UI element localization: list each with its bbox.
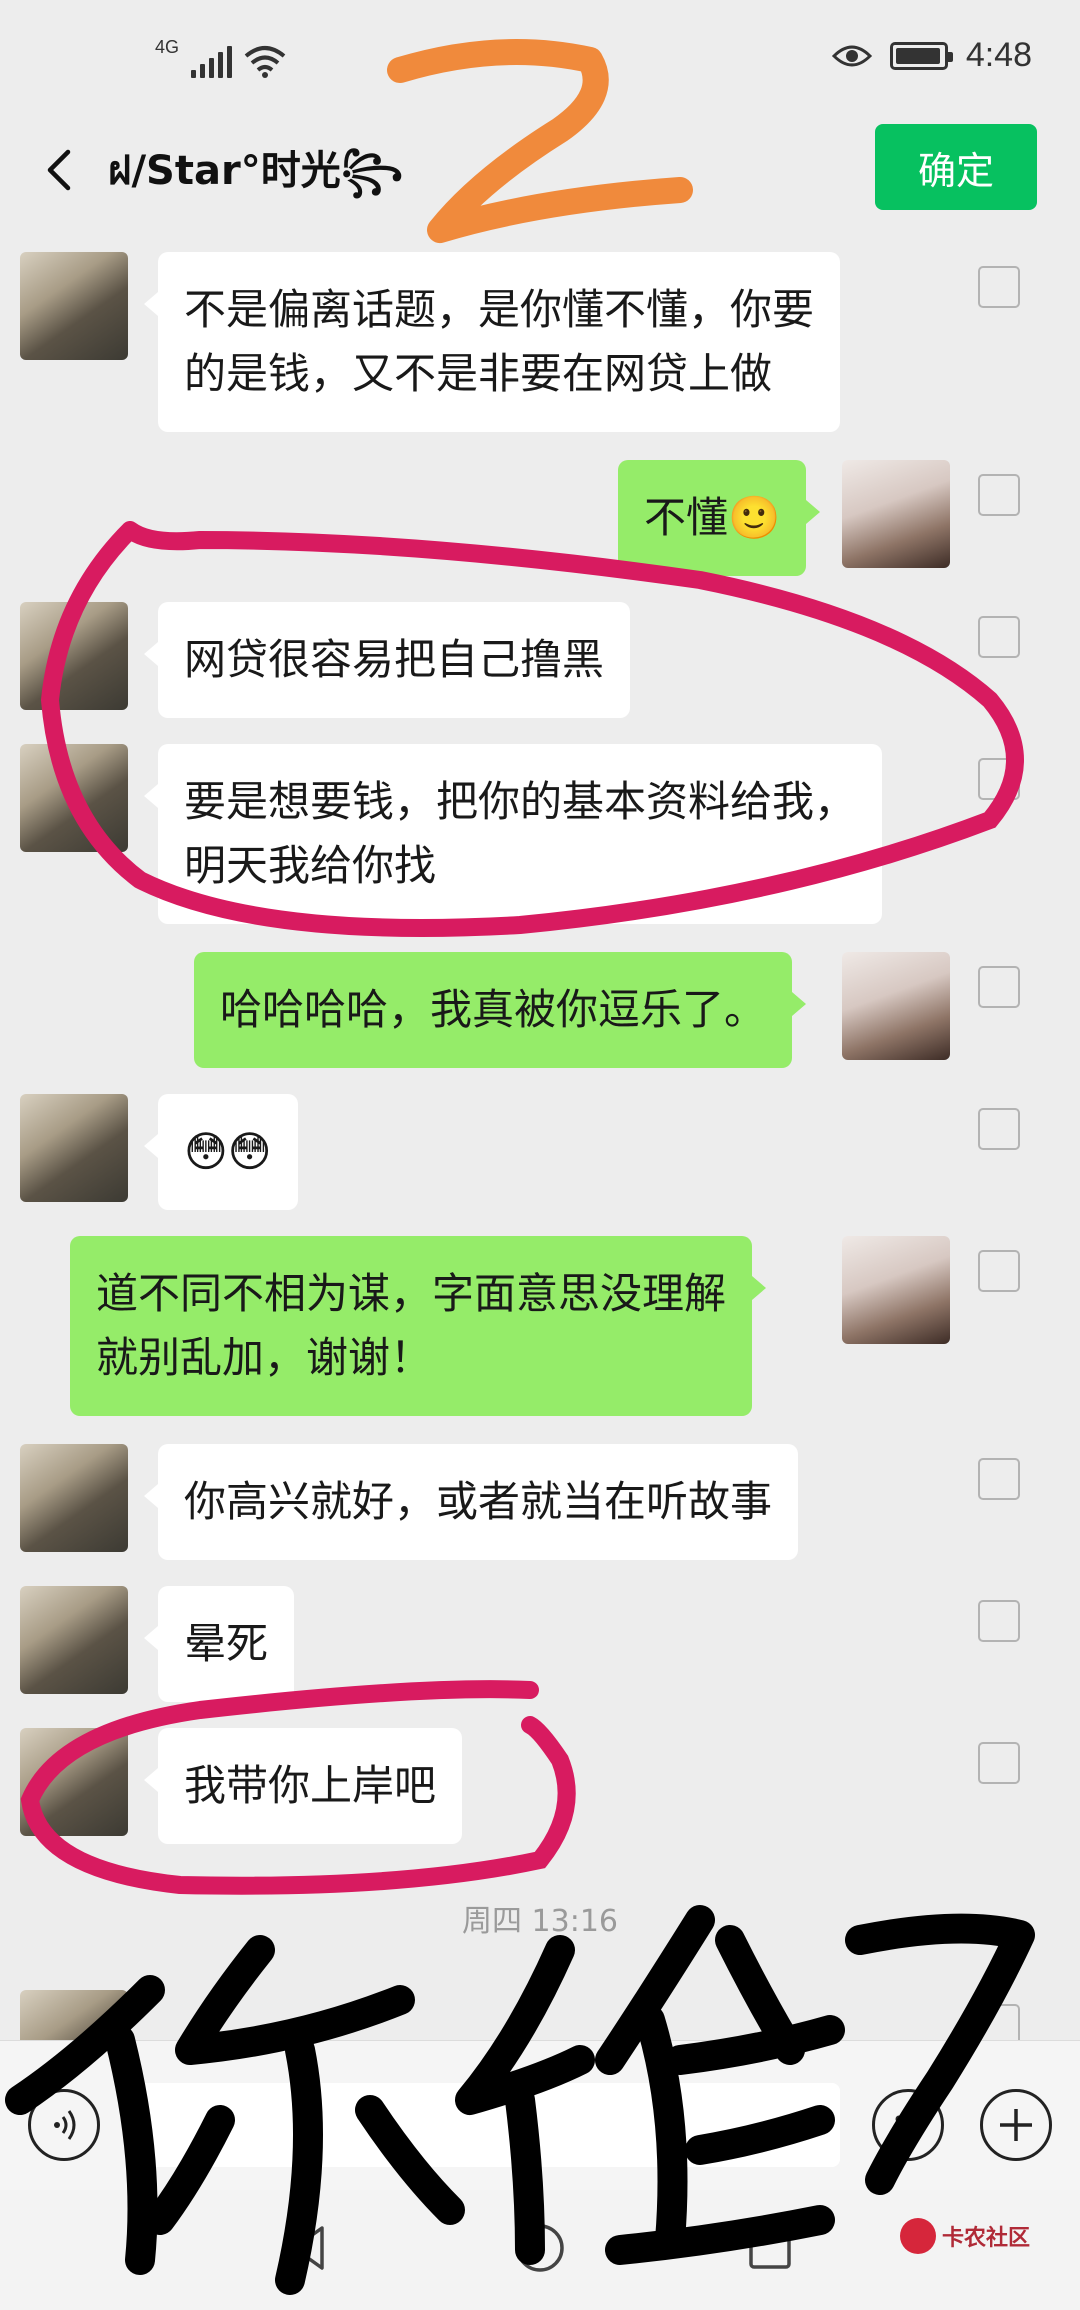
select-checkbox[interactable] <box>978 1108 1020 1150</box>
back-arrow-icon[interactable] <box>30 140 90 200</box>
message-bubble[interactable]: 晕死 <box>143 1586 295 1702</box>
voice-icon <box>54 2110 76 2140</box>
chat-header: ฝ/Star°时光꧂ 确定 <box>0 110 1080 230</box>
circle-home-icon <box>516 2224 564 2272</box>
message-bubble[interactable]: 😳😳 <box>144 1094 298 1210</box>
avatar[interactable] <box>20 252 128 360</box>
message-input[interactable] <box>126 2083 840 2167</box>
avatar[interactable] <box>20 744 128 852</box>
nav-back-button[interactable] <box>278 2216 342 2280</box>
voice-input-button[interactable] <box>28 2089 100 2161</box>
message-bubble[interactable]: 网贷很容易把自己撸黑 <box>143 602 631 718</box>
smiley-icon <box>893 2115 923 2139</box>
clock: 4:48 <box>965 36 1032 74</box>
battery-icon <box>889 41 953 70</box>
watermark: 卡农社区 <box>900 2218 1030 2254</box>
message-bubble[interactable]: 不懂🙂 <box>618 460 821 576</box>
triangle-back-icon <box>292 2226 324 2270</box>
select-checkbox[interactable] <box>978 1458 1020 1500</box>
message-timestamp: 周四 13:16 <box>462 1904 618 1939</box>
select-checkbox[interactable] <box>978 1250 1020 1292</box>
avatar[interactable] <box>842 460 950 568</box>
message-bubble[interactable]: 道不同不相为谋，字面意思没理解 就别乱加，谢谢！ <box>70 1236 767 1416</box>
message-bubble[interactable]: 哈哈哈哈，我真被你逗乐了。 <box>194 952 807 1068</box>
network-type: 4G <box>155 37 180 57</box>
select-checkbox[interactable] <box>978 474 1020 516</box>
emoji-button[interactable] <box>872 2089 944 2161</box>
avatar[interactable] <box>20 1586 128 1694</box>
avatar[interactable] <box>20 1094 128 1202</box>
select-checkbox[interactable] <box>978 1600 1020 1642</box>
avatar[interactable] <box>842 952 950 1060</box>
plus-icon <box>1000 2109 1032 2141</box>
select-checkbox[interactable] <box>978 616 1020 658</box>
select-checkbox[interactable] <box>978 1742 1020 1784</box>
watermark-logo-icon <box>900 2218 936 2254</box>
avatar[interactable] <box>842 1236 950 1344</box>
status-bar: 4G 4:48 <box>0 0 1080 110</box>
square-recents-icon <box>749 2227 791 2269</box>
signal-group: 4G <box>155 37 286 78</box>
status-right: 4:48 <box>831 36 1032 75</box>
select-checkbox[interactable] <box>978 966 1020 1008</box>
input-bar <box>0 2040 1080 2190</box>
chat-list[interactable]: 不是偏离话题，是你懂不懂，你要 的是钱，又不是非要在网贷上做 不懂🙂 网贷很容易… <box>0 230 1080 2040</box>
chat-title: ฝ/Star°时光꧂ <box>108 148 404 194</box>
nav-home-button[interactable] <box>508 2216 572 2280</box>
select-checkbox[interactable] <box>978 266 1020 308</box>
more-button[interactable] <box>980 2089 1052 2161</box>
message-bubble[interactable]: 不是偏离话题，是你懂不懂，你要 的是钱，又不是非要在网贷上做 <box>143 252 841 432</box>
avatar[interactable] <box>20 1728 128 1836</box>
select-checkbox[interactable] <box>978 758 1020 800</box>
message-bubble[interactable]: 要是想要钱，把你的基本资料给我， 明天我给你找 <box>143 744 883 924</box>
message-bubble[interactable]: 你高兴就好，或者就当在听故事 <box>143 1444 799 1560</box>
avatar[interactable] <box>20 1990 128 2040</box>
eye-comfort-icon <box>831 45 872 66</box>
wifi-icon <box>244 46 286 78</box>
signal-icon <box>191 44 233 78</box>
avatar[interactable] <box>20 1444 128 1552</box>
select-checkbox[interactable] <box>978 2004 1020 2040</box>
nav-recents-button[interactable] <box>738 2216 802 2280</box>
watermark-text: 卡农社区 <box>942 2226 1031 2251</box>
confirm-button[interactable]: 确定 <box>875 124 1037 210</box>
message-bubble[interactable]: 我带你上岸吧 <box>143 1728 463 1844</box>
avatar[interactable] <box>20 602 128 710</box>
